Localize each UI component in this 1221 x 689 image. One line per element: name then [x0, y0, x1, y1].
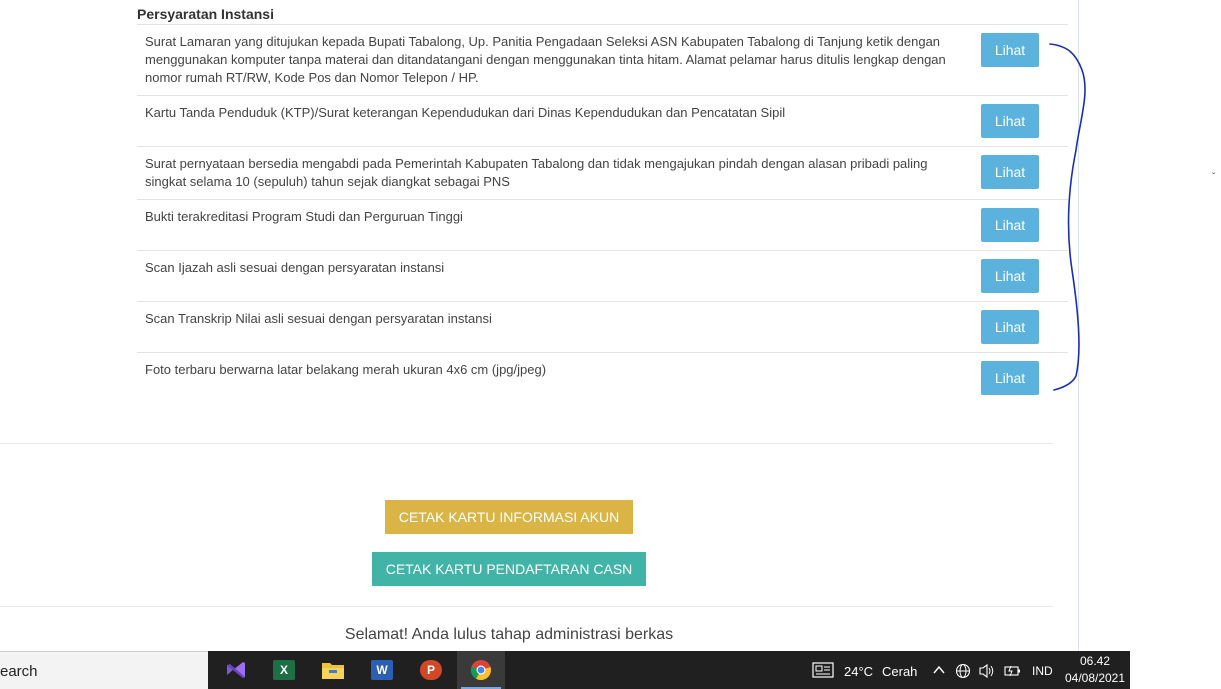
requirement-row: Surat pernyataan bersedia mengabdi pada … — [137, 147, 1068, 200]
requirement-text: Bukti terakreditasi Program Studi dan Pe… — [145, 209, 463, 224]
section-title: Persyaratan Instansi — [137, 6, 274, 22]
status-message: Selamat! Anda lulus tahap administrasi b… — [344, 626, 674, 643]
search-placeholder: earch — [0, 663, 38, 680]
requirement-text: Foto terbaru berwarna latar belakang mer… — [145, 362, 547, 377]
word-taskbar-button[interactable]: W — [358, 651, 406, 689]
battery-icon[interactable] — [1003, 664, 1021, 678]
lihat-button[interactable]: Lihat — [981, 361, 1039, 395]
weather-temperature[interactable]: 24°C — [844, 664, 873, 679]
requirement-text: Scan Ijazah asli sesuai dengan persyarat… — [145, 260, 445, 275]
requirement-row: Kartu Tanda Penduduk (KTP)/Surat keteran… — [137, 96, 1068, 147]
requirement-row: Scan Ijazah asli sesuai dengan persyarat… — [137, 251, 1068, 302]
handwritten-bracket-annotation — [1049, 43, 1086, 391]
lihat-button[interactable]: Lihat — [981, 104, 1039, 138]
weather-condition[interactable]: Cerah — [882, 664, 917, 679]
requirement-row: Scan Transkrip Nilai asli sesuai dengan … — [137, 302, 1068, 353]
requirement-row: Foto terbaru berwarna latar belakang mer… — [137, 353, 1068, 403]
clock-time: 06.42 — [1079, 654, 1111, 668]
taskbar-search-box[interactable]: earch — [0, 651, 208, 689]
requirement-text: Scan Transkrip Nilai asli sesuai dengan … — [145, 311, 492, 326]
requirement-text: Surat pernyataan bersedia mengabdi pada … — [145, 156, 928, 189]
visual-studio-taskbar-button[interactable] — [212, 651, 260, 689]
lihat-button[interactable]: Lihat — [981, 259, 1039, 293]
powerpoint-icon: P — [420, 660, 442, 680]
taskbar: earch X W P 24°C Cerah IND 06.42 04/08/2… — [0, 651, 1130, 689]
excel-taskbar-button[interactable]: X — [260, 651, 308, 689]
print-account-info-button[interactable]: CETAK KARTU INFORMASI AKUN — [385, 500, 633, 534]
lihat-button[interactable]: Lihat — [981, 155, 1039, 189]
divider — [0, 443, 1053, 444]
chevron-up-icon[interactable] — [933, 665, 945, 675]
requirement-row: Bukti terakreditasi Program Studi dan Pe… — [137, 200, 1068, 251]
chrome-icon — [470, 660, 491, 681]
chrome-taskbar-button[interactable] — [457, 651, 505, 689]
language-indicator[interactable]: IND — [1032, 664, 1053, 678]
lihat-button[interactable]: Lihat — [981, 310, 1039, 344]
powerpoint-taskbar-button[interactable]: P — [407, 651, 455, 689]
requirement-text: Kartu Tanda Penduduk (KTP)/Surat keteran… — [145, 105, 786, 120]
requirement-row: Surat Lamaran yang ditujukan kepada Bupa… — [137, 25, 1068, 96]
excel-icon: X — [273, 660, 295, 680]
news-widget-icon[interactable] — [812, 662, 834, 678]
requirement-text: Surat Lamaran yang ditujukan kepada Bupa… — [145, 34, 946, 85]
lihat-button[interactable]: Lihat — [981, 208, 1039, 242]
annotation-mark: ˇ — [1212, 172, 1216, 183]
network-globe-icon[interactable] — [955, 663, 971, 679]
print-registration-card-button[interactable]: CETAK KARTU PENDAFTARAN CASN — [372, 552, 646, 586]
word-icon: W — [371, 660, 393, 680]
page: Persyaratan Instansi Surat Lamaran yang … — [0, 0, 1221, 651]
divider — [0, 606, 1053, 607]
clock-date: 04/08/2021 — [1064, 671, 1126, 685]
file-explorer-taskbar-button[interactable] — [309, 651, 357, 689]
desktop-corner — [1130, 651, 1221, 689]
lihat-button[interactable]: Lihat — [981, 33, 1039, 67]
taskbar-clock[interactable]: 06.42 04/08/2021 — [1062, 653, 1128, 687]
speaker-icon[interactable] — [978, 663, 996, 679]
folder-icon — [322, 663, 344, 679]
visual-studio-icon — [227, 662, 245, 678]
